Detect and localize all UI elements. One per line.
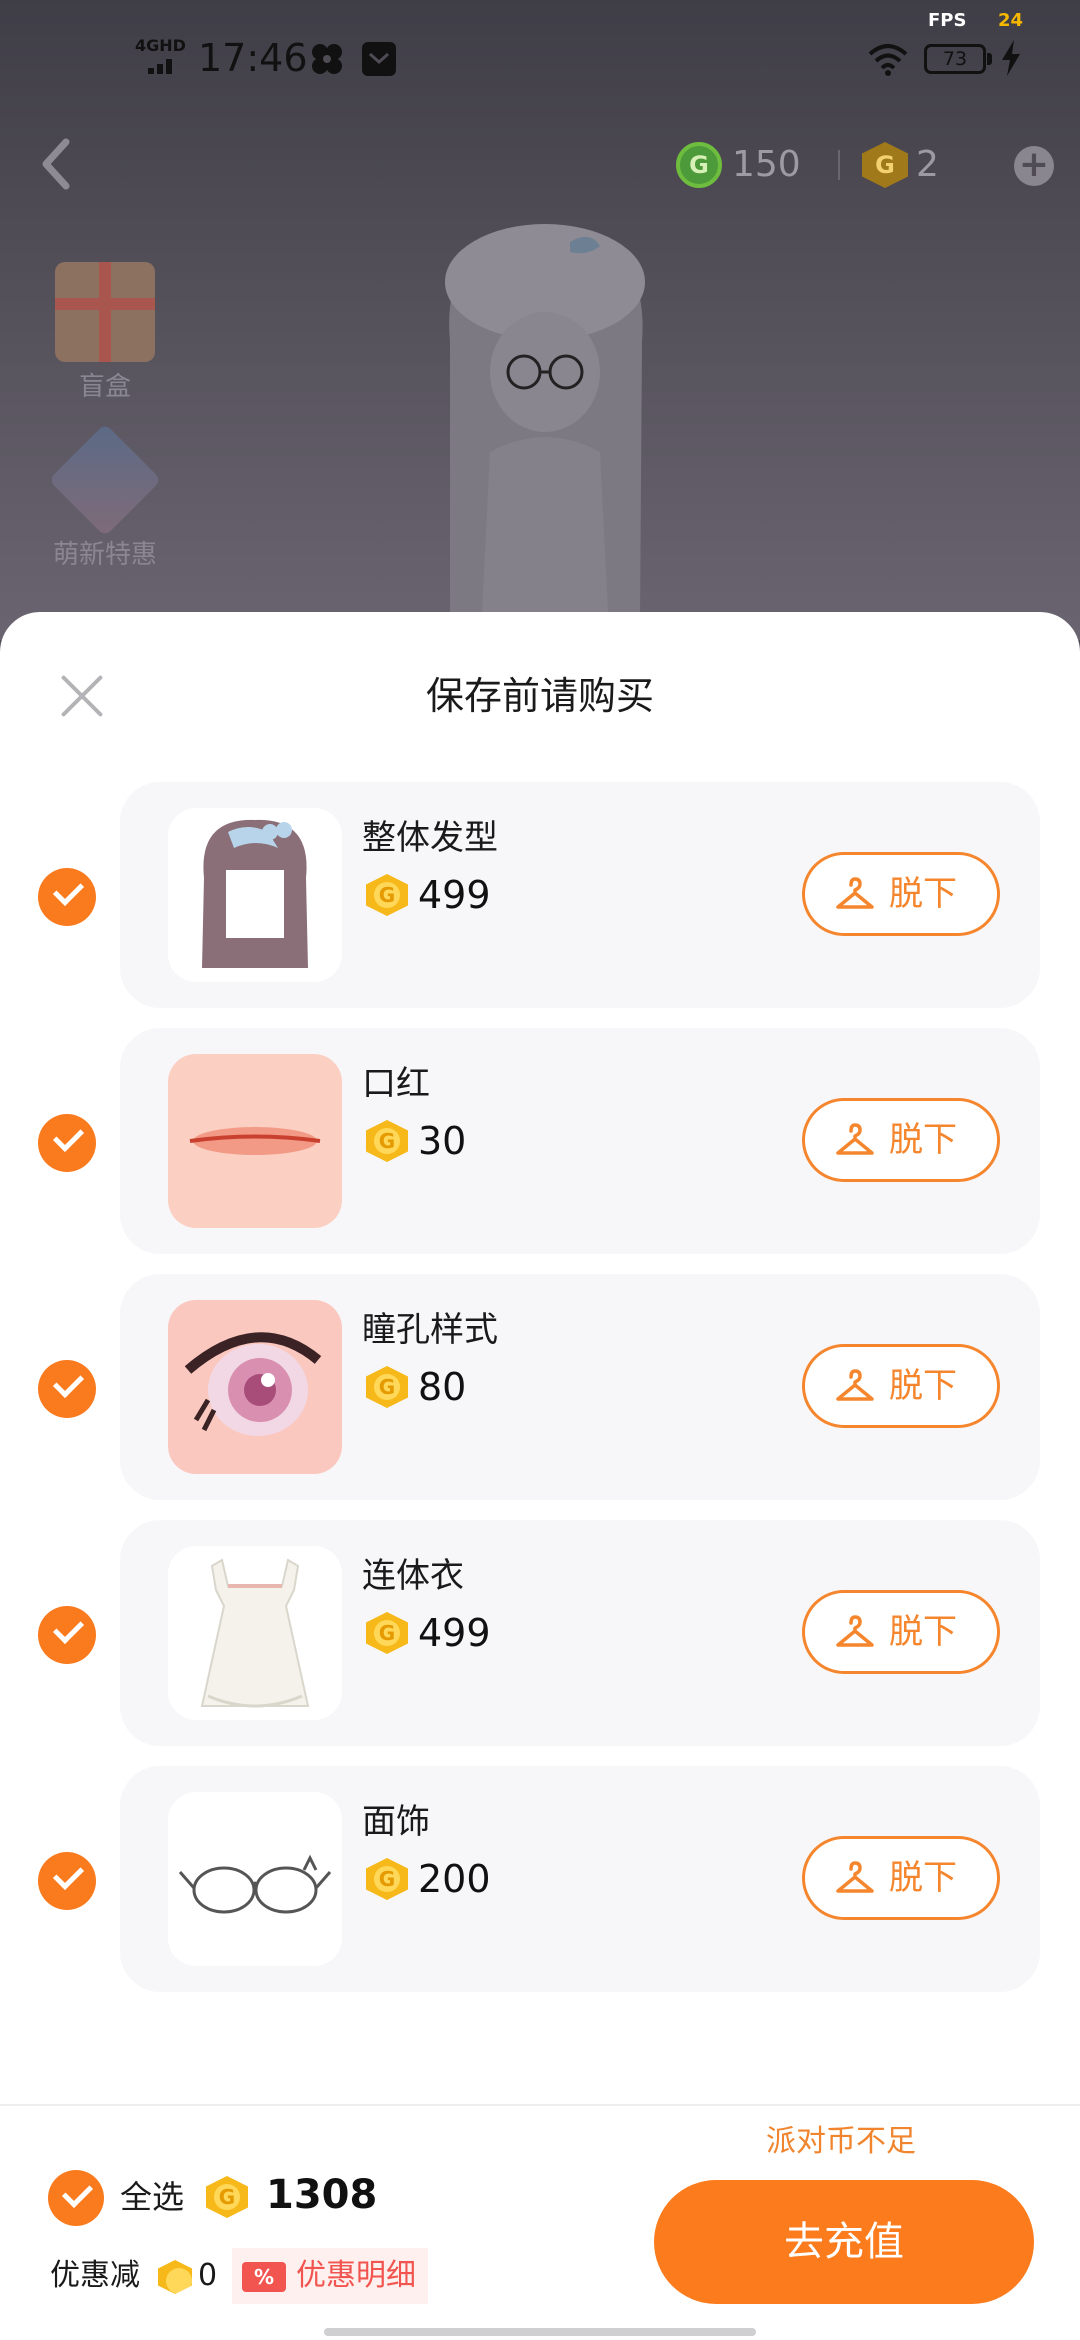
item-price: 200 (418, 1857, 491, 1901)
item-thumbnail-glasses (168, 1792, 342, 1966)
coin-glyph: G (378, 1129, 396, 1153)
take-off-button[interactable]: 脱下 (802, 1344, 1000, 1428)
list-item: 连体衣 G 499 脱下 (0, 1520, 1080, 1746)
item-card: 瞳孔样式 G 80 脱下 (120, 1274, 1040, 1500)
coin-glyph: G (378, 1375, 396, 1399)
checkbox-checked[interactable] (38, 1852, 96, 1910)
take-off-label: 脱下 (889, 874, 957, 914)
hanger-icon (836, 1861, 874, 1893)
coin-glyph: G (378, 1621, 396, 1645)
gift-box-icon (55, 262, 155, 362)
take-off-button[interactable]: 脱下 (802, 1836, 1000, 1920)
item-price: 499 (418, 873, 491, 917)
item-card: 口红 G 30 脱下 (120, 1028, 1040, 1254)
hanger-icon (836, 1369, 874, 1401)
hanger-icon (836, 1615, 874, 1647)
wifi-icon (868, 44, 908, 76)
divider (838, 150, 840, 180)
status-bar: 4GHD 17:46 FPS 24 73 (0, 0, 1080, 120)
promo-icon (48, 423, 162, 537)
take-off-button[interactable]: 脱下 (802, 1590, 1000, 1674)
list-item: 整体发型 G 499 脱下 (0, 782, 1080, 1008)
gold-coin-icon: G (862, 142, 908, 188)
hanger-icon (836, 1123, 874, 1155)
checkbox-checked[interactable] (38, 868, 96, 926)
item-price: 499 (418, 1611, 491, 1655)
home-indicator[interactable] (324, 2328, 756, 2336)
coin-glyph: G (218, 2185, 236, 2209)
checkout-footer: 全选 G 1308 优惠减 0 % 优惠明细 派对币不足 去充值 (0, 2104, 1080, 2340)
clock: 17:46 (198, 36, 308, 80)
checkbox-checked[interactable] (38, 1114, 96, 1172)
discount-label: 优惠减 (50, 2258, 140, 2293)
take-off-label: 脱下 (889, 1366, 957, 1406)
coin-glyph: G (378, 883, 396, 907)
checkbox-checked[interactable] (38, 1606, 96, 1664)
sheet-title: 保存前请购买 (425, 674, 654, 718)
hanger-icon (836, 877, 874, 909)
avatar-character (445, 224, 645, 652)
side-entry-newbie-deal[interactable]: 萌新特惠 (40, 423, 170, 571)
pinwheel-icon (312, 44, 342, 74)
item-name: 整体发型 (362, 818, 498, 858)
item-thumbnail-dress (168, 1546, 342, 1720)
item-thumbnail-hairstyle (168, 808, 342, 982)
message-icon (362, 42, 396, 76)
discount-detail-link[interactable]: % 优惠明细 (232, 2248, 428, 2304)
item-name: 连体衣 (362, 1556, 464, 1596)
item-name: 口红 (362, 1064, 430, 1104)
item-price: 30 (418, 1119, 467, 1163)
fps-value: 24 (998, 10, 1024, 31)
green-coin-icon: G (676, 142, 722, 188)
item-price: 80 (418, 1365, 467, 1409)
take-off-button[interactable]: 脱下 (802, 852, 1000, 936)
item-name: 面饰 (362, 1802, 430, 1842)
network-type: 4GHD (135, 36, 186, 55)
list-item: 面饰 G 200 脱下 (0, 1766, 1080, 1992)
fps-label: FPS (928, 10, 967, 31)
gold-currency-value: 2 (916, 144, 939, 185)
scene-backdrop: 4GHD 17:46 FPS 24 73 G 150 G 2 + 盲盒 萌新特惠 (0, 0, 1080, 652)
percent-badge-icon: % (242, 2262, 286, 2292)
item-name: 瞳孔样式 (362, 1310, 498, 1350)
item-thumbnail-pupil (168, 1300, 342, 1474)
checkbox-checked[interactable] (38, 1360, 96, 1418)
gold-coin-icon (158, 2260, 192, 2294)
side-entry-label: 盲盒 (78, 372, 131, 402)
take-off-button[interactable]: 脱下 (802, 1098, 1000, 1182)
item-card: 整体发型 G 499 脱下 (120, 782, 1040, 1008)
battery-tip (987, 53, 992, 65)
select-all-checkbox[interactable] (48, 2170, 104, 2226)
discount-value: 0 (198, 2258, 218, 2293)
purchase-sheet: 保存前请购买 整体发型 G 499 脱下 口红 G 30 脱下 瞳孔样式 G 8… (0, 612, 1080, 2340)
green-currency-value: 150 (732, 144, 801, 185)
battery-indicator: 73 (924, 44, 986, 74)
discount-detail-label: 优惠明细 (296, 2258, 416, 2293)
select-all-label[interactable]: 全选 (120, 2176, 184, 2218)
side-entry-label: 萌新特惠 (52, 540, 157, 570)
insufficient-balance-notice: 派对币不足 (766, 2124, 916, 2159)
charging-icon (1002, 40, 1020, 76)
total-price: 1308 (266, 2172, 378, 2218)
side-entry-blind-box[interactable]: 盲盒 (40, 262, 170, 403)
recharge-button[interactable]: 去充值 (654, 2180, 1034, 2304)
take-off-label: 脱下 (889, 1612, 957, 1652)
list-item: 口红 G 30 脱下 (0, 1028, 1080, 1254)
coin-glyph: G (378, 1867, 396, 1891)
item-card: 面饰 G 200 脱下 (120, 1766, 1040, 1992)
take-off-label: 脱下 (889, 1858, 957, 1898)
item-card: 连体衣 G 499 脱下 (120, 1520, 1040, 1746)
list-item: 瞳孔样式 G 80 脱下 (0, 1274, 1080, 1500)
add-currency-button[interactable]: + (1014, 146, 1054, 186)
item-thumbnail-lipstick (168, 1054, 342, 1228)
signal-icon (148, 58, 178, 74)
take-off-label: 脱下 (889, 1120, 957, 1160)
back-arrow-icon[interactable] (36, 136, 76, 192)
